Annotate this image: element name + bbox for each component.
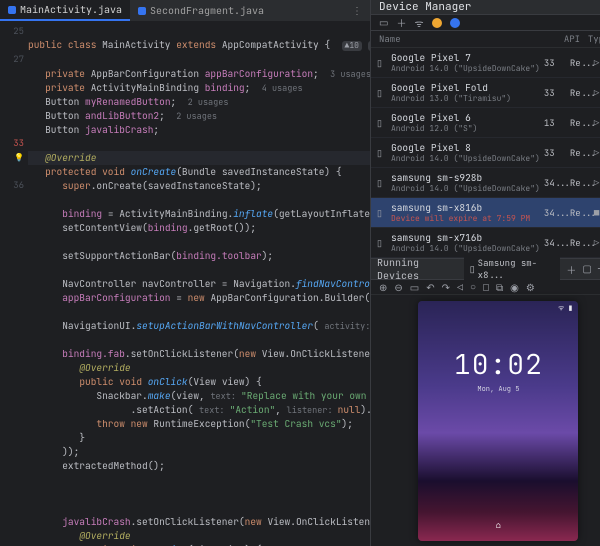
code-line: public void onClick(View view) { <box>79 375 261 388</box>
code-line: appBarConfiguration = new AppBarConfigur… <box>62 291 370 304</box>
tab-label: SecondFragment.java <box>150 4 264 17</box>
device-row[interactable]: ▯ Google Pixel 6Android 12.0 ("S") 13 Re… <box>371 108 600 138</box>
code-line: throw new RuntimeException("Test Crash v… <box>96 417 353 430</box>
back-icon[interactable]: ◁ <box>457 281 463 294</box>
tab-mainactivity[interactable]: MainActivity.java <box>0 0 130 21</box>
device-icon: ▯ <box>377 177 387 189</box>
col-type[interactable]: Type <box>588 33 600 45</box>
rotate-right-icon[interactable]: ↷ <box>442 281 450 294</box>
run-device-icon[interactable]: ▷ <box>594 147 600 159</box>
device-icon: ▯ <box>377 207 387 219</box>
device-row[interactable]: ▯ samsung sm-x716bAndroid 14.0 ("UpsideD… <box>371 228 600 258</box>
code-line: NavigationUI.setupActionBarWithNavContro… <box>62 319 370 332</box>
code-line: .setAction( text: "Action", listener: nu… <box>131 403 370 416</box>
device-icon: ▯ <box>377 117 387 129</box>
code-line: private AppBarConfiguration appBarConfig… <box>45 67 370 80</box>
device-icon: ▯ <box>377 147 387 159</box>
code-line: NavController navController = Navigation… <box>62 277 370 290</box>
code-line: Snackbar.make(view, text: "Replace with … <box>96 389 370 402</box>
rotate-left-icon[interactable]: ↶ <box>426 281 434 294</box>
stop-device-icon[interactable]: ■ <box>594 207 600 219</box>
device-screen[interactable]: ᯤ ▮ 10:02 Mon, Aug 5 ⌂ <box>418 301 578 541</box>
device-list: ▯ Google Pixel 7Android 14.0 ("UpsideDow… <box>371 48 600 258</box>
device-row[interactable]: ▯ Google Pixel 8Android 14.0 ("UpsideDow… <box>371 138 600 168</box>
device-list-header: Name API Type <box>371 31 600 48</box>
running-device-tab[interactable]: ▯ Samsung sm-x8... <box>464 255 561 283</box>
home-icon[interactable]: ○ <box>470 280 476 294</box>
running-devices-title: Running Devices <box>377 256 458 282</box>
code-line: Button andLibButton2; 2 usages <box>45 109 217 122</box>
gutter[interactable]: 2527 33 36 <box>0 22 28 546</box>
run-device-icon[interactable]: ▷ <box>594 177 600 189</box>
run-device-icon[interactable]: ▷ <box>594 87 600 99</box>
col-api[interactable]: API <box>564 33 588 45</box>
device-frame: ᯤ ▮ 10:02 Mon, Aug 5 ⌂ <box>371 295 600 546</box>
lockscreen-clock: 10:02 <box>454 346 543 383</box>
tab-secondfragment[interactable]: SecondFragment.java <box>130 1 272 20</box>
code-editor[interactable]: public class MainActivity extends AppCom… <box>28 22 370 546</box>
editor-pane: MainActivity.java SecondFragment.java ⋮ … <box>0 0 370 546</box>
run-device-icon[interactable]: ▷ <box>594 117 600 129</box>
code-line: setSupportActionBar(binding.toolbar); <box>62 249 273 262</box>
overview-icon[interactable]: □ <box>483 281 489 294</box>
device-manager-toolbar: ▭ ＋ ᯤ ⋮ <box>371 15 600 31</box>
phone-icon[interactable]: ▭ <box>379 16 388 29</box>
device-icon: ▯ <box>377 237 387 249</box>
add-device-icon[interactable]: ＋ <box>396 15 406 30</box>
device-statusbar: ᯤ ▮ <box>418 301 578 316</box>
firebase-icon[interactable] <box>432 18 442 28</box>
settings-icon[interactable]: ⚙ <box>526 281 535 294</box>
lockscreen-date: Mon, Aug 5 <box>477 385 519 394</box>
code-line: javalibCrash.setOnClickListener(new View… <box>62 515 370 528</box>
run-device-icon[interactable]: ▷ <box>594 237 600 249</box>
tab-label: MainActivity.java <box>20 3 122 16</box>
record-icon[interactable]: ◉ <box>510 281 519 294</box>
device-row[interactable]: ▯ Google Pixel 7Android 14.0 ("UpsideDow… <box>371 48 600 78</box>
device-row[interactable]: ▯ Google Pixel FoldAndroid 13.0 ("Tirami… <box>371 78 600 108</box>
code-area: 2527 33 36 public class MainActivity ext… <box>0 22 370 546</box>
run-device-icon[interactable]: ▷ <box>594 57 600 69</box>
editor-tabs: MainActivity.java SecondFragment.java ⋮ <box>0 0 370 22</box>
device-icon: ▯ <box>470 263 475 275</box>
new-window-icon[interactable]: ▢ <box>582 262 591 277</box>
tabs-overflow-menu[interactable]: ⋮ <box>344 4 370 17</box>
code-line: super.onCreate(savedInstanceState); <box>62 179 262 192</box>
code-line: Button javalibCrash; <box>45 123 159 136</box>
emulator-toolbar: ⊕ ⊖ ▭ ↶ ↷ ◁ ○ □ ⧉ ◉ ⚙ <box>371 280 600 295</box>
inspection-inlay[interactable]: ▲10 <box>342 41 362 51</box>
studio-labs-icon[interactable] <box>450 18 460 28</box>
running-devices-header: Running Devices ▯ Samsung sm-x8... ＋ ▢ —… <box>371 258 600 280</box>
col-name[interactable]: Name <box>379 33 564 45</box>
breakpoint-marker: 33 <box>0 136 24 150</box>
code-line: public class MainActivity extends AppCom… <box>28 38 370 51</box>
java-file-icon <box>138 7 146 15</box>
device-manager-header: Device Manager <box>371 0 600 15</box>
wifi-icon[interactable]: ᯤ <box>414 16 423 30</box>
current-line: @Override <box>28 151 370 165</box>
device-row-selected[interactable]: ▯ samsung sm-x816bDevice will expire at … <box>371 198 600 228</box>
screenshot-icon[interactable]: ⧉ <box>496 281 503 294</box>
zoom-fit-icon[interactable]: ▭ <box>410 281 419 294</box>
code-line: protected void onCreate(Bundle savedInst… <box>45 165 341 178</box>
intention-bulb-icon <box>0 150 24 164</box>
code-line: binding.fab.setOnClickListener(new View.… <box>62 347 370 360</box>
add-device-icon[interactable]: ＋ <box>566 262 576 277</box>
device-icon: ▯ <box>377 87 387 99</box>
code-line: Button myRenamedButton; 2 usages <box>45 95 228 108</box>
device-row[interactable]: ▯ samsung sm-s928bAndroid 14.0 ("UpsideD… <box>371 168 600 198</box>
device-icon: ▯ <box>377 57 387 69</box>
java-file-icon <box>8 6 16 14</box>
code-line: binding = ActivityMainBinding.inflate(ge… <box>62 207 370 220</box>
code-line: setContentView(binding.getRoot()); <box>62 221 256 234</box>
code-line: private ActivityMainBinding binding; 4 u… <box>45 81 302 94</box>
panel-title: Device Manager <box>379 0 471 14</box>
zoom-out-icon[interactable]: ⊖ <box>394 281 402 294</box>
lock-icon: ⌂ <box>496 519 501 531</box>
zoom-in-icon[interactable]: ⊕ <box>379 281 387 294</box>
right-pane: Device Manager ▭ ＋ ᯤ ⋮ Name API Type ▯ G… <box>370 0 600 546</box>
